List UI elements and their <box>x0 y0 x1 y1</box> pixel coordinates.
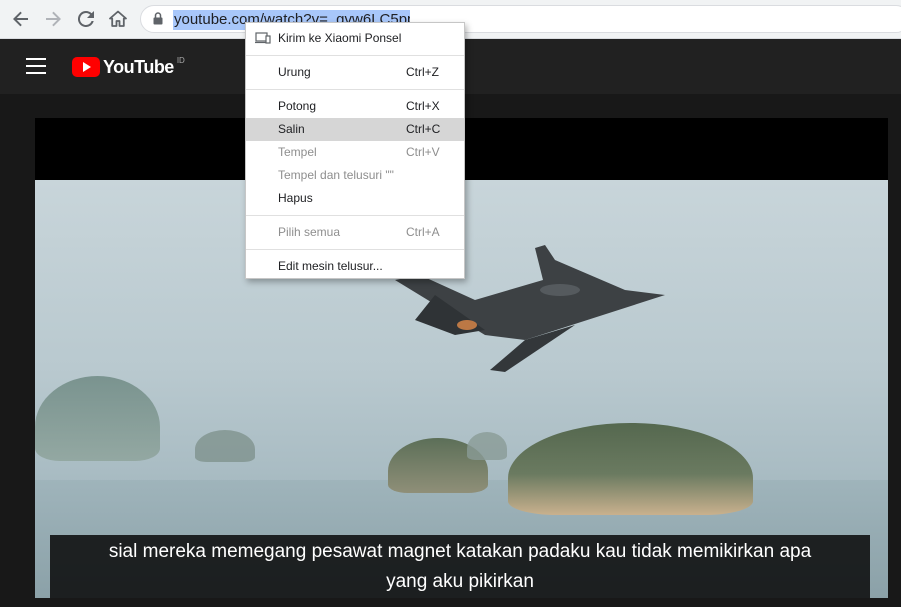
menu-separator <box>246 89 464 90</box>
region-code: ID <box>176 55 185 65</box>
island <box>508 423 753 515</box>
menu-item-label: Urung <box>278 65 311 79</box>
menu-item-label: Pilih semua <box>278 225 341 239</box>
lock-icon <box>153 12 163 25</box>
devices-icon <box>255 32 271 44</box>
menu-separator <box>246 249 464 250</box>
menu-item-label: Hapus <box>278 191 313 205</box>
send-to-device-label: Kirim ke Xiaomi Ponsel <box>278 31 402 45</box>
menu-item-label: Tempel <box>278 145 317 159</box>
menu-item-label: Salin <box>278 122 305 136</box>
reload-button[interactable] <box>73 6 99 32</box>
menu-item-edit-search-engines[interactable]: Edit mesin telusur... <box>246 255 464 278</box>
menu-icon[interactable] <box>26 58 46 74</box>
youtube-play-icon <box>72 57 100 77</box>
reload-icon <box>78 11 94 27</box>
send-to-device-item[interactable]: Kirim ke Xiaomi Ponsel <box>246 27 464 50</box>
menu-item-shortcut: Ctrl+C <box>406 122 441 136</box>
youtube-logo-text: YouTube <box>103 56 174 77</box>
home-icon <box>109 10 127 27</box>
menu-item-shortcut: Ctrl+A <box>406 225 440 239</box>
forward-button[interactable] <box>40 6 66 32</box>
menu-item-shortcut: Ctrl+Z <box>406 65 439 79</box>
menu-separator <box>246 215 464 216</box>
caption-line-1: sial mereka memegang pesawat magnet kata… <box>108 541 812 562</box>
video-caption: sial mereka memegang pesawat magnet kata… <box>50 535 870 598</box>
menu-item-shortcut: Ctrl+X <box>406 99 440 113</box>
youtube-logo[interactable]: YouTube ID <box>72 56 185 78</box>
menu-item-delete[interactable]: Hapus <box>246 187 464 210</box>
menu-item-paste[interactable]: Tempel Ctrl+V <box>246 141 464 164</box>
island <box>467 432 507 460</box>
menu-item-select-all[interactable]: Pilih semua Ctrl+A <box>246 221 464 244</box>
back-arrow-icon <box>13 11 28 27</box>
back-button[interactable] <box>8 6 34 32</box>
island <box>35 376 160 461</box>
menu-item-copy[interactable]: Salin Ctrl+C <box>246 118 464 141</box>
forward-arrow-icon <box>46 11 61 27</box>
menu-item-shortcut: Ctrl+V <box>406 145 440 159</box>
menu-separator <box>246 55 464 56</box>
menu-item-label: Tempel dan telusuri "" <box>278 168 394 182</box>
menu-item-undo[interactable]: Urung Ctrl+Z <box>246 61 464 84</box>
menu-item-paste-and-search[interactable]: Tempel dan telusuri "" <box>246 164 464 187</box>
menu-item-label: Potong <box>278 99 317 113</box>
context-menu: Kirim ke Xiaomi Ponsel Urung Ctrl+Z Poto… <box>245 22 465 279</box>
island <box>195 430 255 462</box>
menu-item-label: Edit mesin telusur... <box>278 259 383 273</box>
home-button[interactable] <box>105 6 131 32</box>
menu-item-cut[interactable]: Potong Ctrl+X <box>246 95 464 118</box>
caption-line-2: yang aku pikirkan <box>386 571 534 592</box>
